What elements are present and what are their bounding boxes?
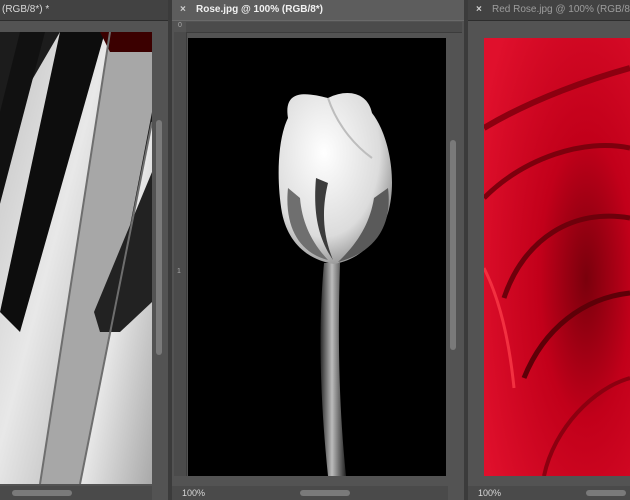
piano-image-canvas[interactable] — [0, 32, 152, 484]
vertical-scrollbar[interactable] — [450, 140, 456, 350]
tab-label: Rose.jpg @ 100% (RGB/8*) — [196, 4, 324, 15]
tab-label: (RGB/8*) * — [2, 4, 50, 15]
document-tab-piano[interactable]: (RGB/8*) * — [0, 0, 168, 21]
document-tab-rose[interactable]: × Rose.jpg @ 100% (RGB/8*) — [172, 0, 464, 21]
ruler-number: 1 — [177, 268, 181, 275]
red-rose-image — [484, 38, 630, 476]
vertical-scrollbar[interactable] — [156, 120, 162, 355]
ruler-horizontal: 0 — [178, 22, 462, 33]
piano-keys-image — [0, 32, 152, 484]
horizontal-scrollbar[interactable] — [12, 490, 72, 496]
tab-label: Red Rose.jpg @ 100% (RGB/8*) — [492, 4, 630, 15]
zoom-level: 100% — [478, 488, 502, 498]
document-panel-piano: (RGB/8*) * — [0, 0, 168, 500]
ruler-number: 0 — [178, 22, 182, 29]
white-rose-image — [278, 93, 393, 476]
close-icon[interactable]: × — [476, 0, 486, 20]
document-panel-rose: × Rose.jpg @ 100% (RGB/8*) 0 1 100% — [172, 0, 464, 500]
ruler-vertical: 1 — [174, 32, 187, 476]
horizontal-scrollbar[interactable] — [300, 490, 350, 496]
red-rose-image-canvas[interactable] — [484, 38, 630, 476]
horizontal-scrollbar[interactable] — [586, 490, 626, 496]
rose-image-canvas[interactable] — [188, 38, 446, 476]
document-tab-red-rose[interactable]: × Red Rose.jpg @ 100% (RGB/8*) — [468, 0, 630, 21]
close-icon[interactable]: × — [180, 0, 190, 20]
document-panel-red-rose: × Red Rose.jpg @ 100% (RGB/8*) 100% — [468, 0, 630, 500]
zoom-level: 100% — [182, 488, 206, 498]
